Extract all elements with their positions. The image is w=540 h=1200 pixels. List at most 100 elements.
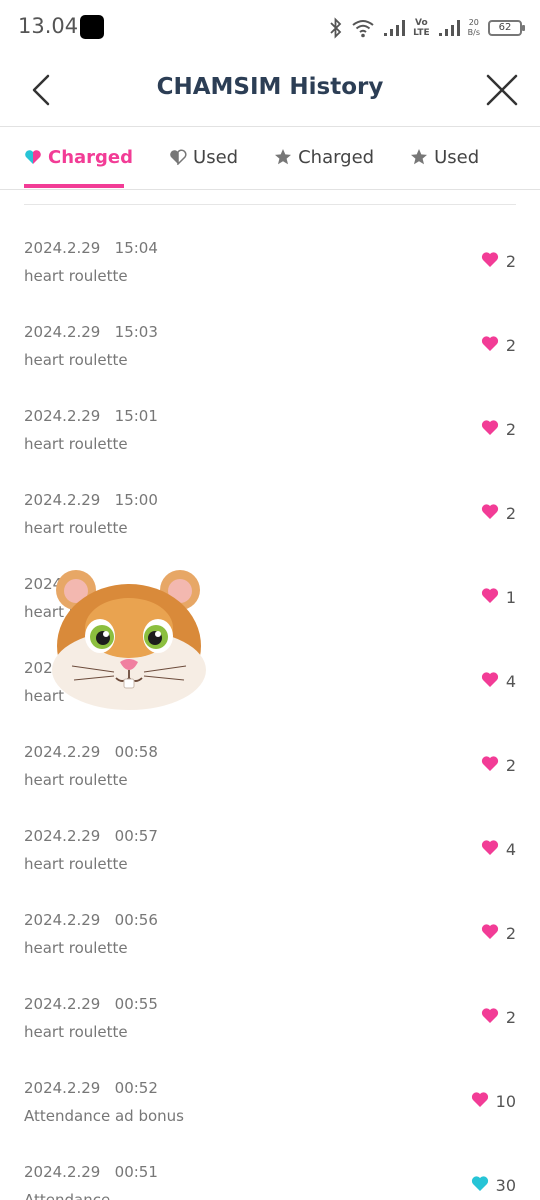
row-amount-value: 4 — [505, 671, 516, 691]
row-amount-value: 4 — [505, 839, 516, 859]
row-time: 00:58 — [114, 743, 158, 761]
history-row: 2024.2.29 15:00 heart roulette 2 — [0, 457, 540, 541]
row-amount-value: 2 — [505, 503, 516, 523]
row-time: 00:56 — [114, 911, 158, 929]
heart-icon — [480, 1006, 500, 1028]
row-amount-value: 2 — [505, 419, 516, 439]
app-notification-icon — [80, 15, 104, 39]
row-amount: 30 — [470, 1174, 516, 1196]
close-button[interactable] — [484, 70, 520, 110]
tab-heart-used[interactable]: Used — [169, 127, 274, 187]
row-time: 15:00 — [114, 491, 158, 509]
history-row: 2024.2.29 15:04 heart roulette 2 — [0, 205, 540, 289]
row-description: heart roulette — [24, 519, 128, 537]
heart-icon — [480, 670, 500, 692]
app-header: CHAMSIM History — [0, 56, 540, 126]
row-time: 00:52 — [114, 1079, 158, 1097]
row-description: heart roulette — [24, 939, 128, 957]
signal-icon — [383, 19, 406, 37]
row-time: 00:57 — [114, 827, 158, 845]
status-icons: Vo LTE 20 B/s 62 — [329, 14, 525, 42]
row-datetime: 2024.2.29 00:51 — [24, 1163, 158, 1181]
row-datetime: 2024.2.29 15:04 — [24, 239, 158, 257]
row-time: 15:01 — [114, 407, 158, 425]
tab-label: Used — [193, 146, 239, 168]
row-amount: 2 — [480, 922, 516, 944]
row-date: 2024.2.29 — [24, 743, 101, 761]
volte-indicator: Vo LTE — [413, 18, 430, 38]
history-row: 2024.2.29 00:51 Attendance 30 — [0, 1129, 540, 1200]
row-amount: 2 — [480, 502, 516, 524]
heart-icon — [480, 754, 500, 776]
heart-used-icon — [169, 149, 187, 165]
star-icon — [410, 148, 428, 166]
wifi-icon — [351, 18, 375, 38]
volte-bottom-text: LTE — [413, 28, 430, 38]
row-date: 2024.2.29 — [24, 995, 101, 1013]
heart-icon — [480, 418, 500, 440]
heart-icon — [480, 502, 500, 524]
row-time: 00:55 — [114, 995, 158, 1013]
row-description: heart roulette — [24, 855, 128, 873]
row-date: 2024.2.29 — [24, 827, 101, 845]
row-amount-value: 2 — [505, 1007, 516, 1027]
network-speed-unit: B/s — [467, 28, 480, 37]
row-date: 2024.2.29 — [24, 323, 101, 341]
row-description: heart roulette — [24, 435, 128, 453]
row-date: 2024.2.29 — [24, 407, 101, 425]
tab-heart-charged[interactable]: Charged — [24, 127, 169, 188]
heart-icon — [480, 922, 500, 944]
history-row: 2024.2.29 00:58 heart roulette 2 — [0, 709, 540, 793]
row-amount: 2 — [480, 418, 516, 440]
signal-icon-2 — [438, 19, 460, 37]
history-row: 2024.2.29 00:57 heart roulette 4 — [0, 793, 540, 877]
tab-label: Used — [434, 146, 480, 168]
status-bar: 13.04 Vo LTE 20 B/s 62 — [0, 0, 540, 56]
row-amount: 2 — [480, 250, 516, 272]
row-datetime: 2024.2.29 00:58 — [24, 743, 158, 761]
network-speed-value: 20 — [468, 18, 479, 27]
row-amount-value: 2 — [505, 335, 516, 355]
row-datetime: 2024.2.29 00:55 — [24, 995, 158, 1013]
row-amount: 10 — [470, 1090, 516, 1112]
star-icon — [274, 148, 292, 166]
history-row: 2024.2.29 00:56 heart roulette 2 — [0, 877, 540, 961]
heart-icon — [470, 1090, 490, 1112]
battery-icon: 62 — [488, 20, 525, 36]
network-speed: 20 B/s — [468, 18, 480, 38]
tab-label: Charged — [48, 146, 134, 168]
row-amount: 4 — [480, 670, 516, 692]
row-amount-value: 10 — [495, 1091, 516, 1111]
heart-icon — [480, 334, 500, 356]
tab-star-used[interactable]: Used — [410, 127, 515, 187]
tab-star-charged[interactable]: Charged — [274, 127, 410, 187]
heart-icon — [480, 250, 500, 272]
row-datetime: 2024.2.29 00:57 — [24, 827, 158, 845]
row-description: heart roulette — [24, 771, 128, 789]
tab-label: Charged — [298, 146, 375, 168]
row-date: 2024.2.29 — [24, 1079, 101, 1097]
row-datetime: 2024.2.29 15:01 — [24, 407, 158, 425]
row-date: 2024.2.29 — [24, 911, 101, 929]
heart-icon — [480, 838, 500, 860]
history-row: 2024.2.29 00:52 Attendance ad bonus 10 — [0, 1045, 540, 1129]
row-description: heart roulette — [24, 267, 128, 285]
row-amount-value: 2 — [505, 923, 516, 943]
row-time: 00:51 — [114, 1163, 158, 1181]
hamster-sticker — [48, 566, 210, 712]
row-amount: 1 — [480, 586, 516, 608]
row-amount: 4 — [480, 838, 516, 860]
row-description: Attendance ad bonus — [24, 1107, 184, 1125]
heart-icon — [480, 586, 500, 608]
status-time: 13.04 — [18, 14, 79, 38]
tab-bar: Charged Used Charged Used — [24, 127, 515, 189]
row-description: Attendance — [24, 1191, 111, 1200]
heart-icon — [470, 1174, 490, 1196]
row-datetime: 2024.2.29 00:56 — [24, 911, 158, 929]
row-amount: 2 — [480, 754, 516, 776]
volte-top-text: Vo — [415, 18, 428, 28]
page-title: CHAMSIM History — [156, 74, 384, 100]
row-description: heart roulette — [24, 351, 128, 369]
row-amount-value: 1 — [505, 587, 516, 607]
history-row: 2024.2.29 15:03 heart roulette 2 — [0, 289, 540, 373]
